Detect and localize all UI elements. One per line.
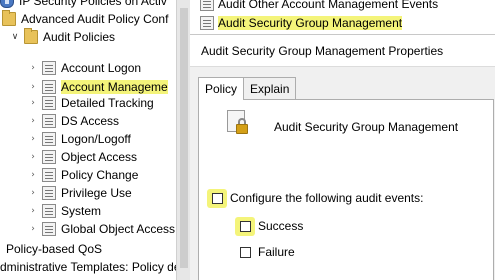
tree-item-label: Global Object Access: [61, 222, 176, 236]
tab-label: Explain: [250, 81, 290, 96]
folder-icon: [24, 28, 38, 44]
tree-item-label: Privilege Use: [61, 186, 132, 200]
policy-doc-icon: [42, 222, 56, 236]
configure-checkbox-row[interactable]: Configure the following audit events:: [207, 188, 424, 208]
tree-item-label: DS Access: [61, 114, 120, 128]
policy-name: Audit Security Group Management: [274, 120, 459, 134]
tree-item-object-access[interactable]: › Object Access: [28, 148, 137, 166]
tree-scrollbar[interactable]: [176, 0, 190, 280]
tree-item-policy-based-qos[interactable]: Policy-based QoS: [6, 240, 102, 258]
tree-item-account-logon[interactable]: › Account Logon: [28, 59, 141, 77]
policy-doc-icon: [42, 204, 56, 218]
tree-item-label: Object Access: [61, 150, 138, 164]
chevron-right-icon[interactable]: ›: [28, 116, 38, 126]
tree-item-audit-policies[interactable]: ∨ Audit Policies: [10, 28, 115, 46]
failure-checkbox[interactable]: [240, 246, 251, 258]
dialog-title-bar[interactable]: Audit Security Group Management Properti…: [190, 35, 495, 67]
policy-doc-icon: [200, 16, 214, 30]
policy-doc-icon: [200, 0, 214, 11]
tree-item-label: Account Logon: [61, 61, 142, 75]
tree-item-global-object-access[interactable]: › Global Object Access: [28, 220, 175, 238]
chevron-right-icon[interactable]: ›: [28, 188, 38, 198]
success-checkbox-row[interactable]: Success: [235, 216, 304, 236]
chevron-down-icon[interactable]: ∨: [10, 32, 20, 42]
chevron-right-icon[interactable]: ›: [28, 206, 38, 216]
tree-item-label: Policy Change: [61, 168, 139, 182]
tab-explain[interactable]: Explain: [243, 77, 297, 99]
tab-strip: Policy Explain: [198, 77, 297, 100]
tree-item-label: Account Manageme: [61, 80, 168, 94]
policy-doc-icon: [42, 61, 56, 75]
list-item-label: Audit Security Group Management: [218, 16, 403, 30]
tree-item-policy-change[interactable]: › Policy Change: [28, 166, 138, 184]
chevron-right-icon[interactable]: ›: [28, 63, 38, 73]
tab-panel-policy: Audit Security Group Management Configur…: [198, 99, 494, 280]
chevron-right-icon[interactable]: ›: [28, 98, 38, 108]
policy-list: Audit Other Account Management Events Au…: [190, 0, 495, 34]
success-checkbox[interactable]: [240, 220, 251, 232]
folder-icon: [2, 10, 16, 26]
navigation-tree: IP Security Policies on Activ Advanced A…: [0, 0, 176, 280]
shield-icon: [0, 0, 14, 8]
policy-doc-icon: [42, 114, 56, 128]
list-item-label: Audit Other Account Management Events: [218, 0, 439, 11]
policy-doc-icon: [42, 186, 56, 200]
tree-item-label: System: [61, 204, 102, 218]
tree-item-detailed-tracking[interactable]: › Detailed Tracking: [28, 94, 154, 112]
chevron-right-icon[interactable]: ›: [28, 224, 38, 234]
tree-item-label: Detailed Tracking: [61, 96, 154, 110]
tree-item-logon-logoff[interactable]: › Logon/Logoff: [28, 130, 131, 148]
chevron-right-icon[interactable]: ›: [28, 134, 38, 144]
tree-item-label: Logon/Logoff: [61, 132, 131, 146]
tree-item-label: Policy-based QoS: [6, 242, 103, 256]
failure-checkbox-row[interactable]: Failure: [240, 245, 295, 259]
tree-item-system[interactable]: › System: [28, 202, 101, 220]
tree-item-administrative-templates[interactable]: dministrative Templates: Policy de: [0, 258, 176, 276]
tree-item-label: dministrative Templates: Policy de: [0, 260, 176, 274]
tab-label: Policy: [205, 82, 238, 96]
configure-label: Configure the following audit events:: [230, 191, 424, 205]
policy-lock-icon: [227, 110, 249, 140]
tree-item-label: IP Security Policies on Activ: [19, 0, 167, 8]
policy-doc-icon: [42, 80, 56, 94]
tree-item-advanced-audit[interactable]: Advanced Audit Policy Conf: [2, 10, 168, 28]
tree-item-privilege-use[interactable]: › Privilege Use: [28, 184, 132, 202]
tab-policy[interactable]: Policy: [198, 77, 245, 100]
list-item-audit-other-account[interactable]: Audit Other Account Management Events: [200, 0, 438, 12]
policy-doc-icon: [42, 96, 56, 110]
tree-item-ds-access[interactable]: › DS Access: [28, 112, 119, 130]
tree-item-label: Advanced Audit Policy Conf: [21, 12, 169, 26]
tree-item-ip-security[interactable]: IP Security Policies on Activ: [0, 0, 167, 10]
dialog-title: Audit Security Group Management Properti…: [201, 43, 444, 58]
scrollbar-thumb[interactable]: [180, 8, 188, 268]
chevron-right-icon[interactable]: ›: [28, 82, 38, 92]
tree-item-label: Audit Policies: [43, 30, 116, 44]
list-item-audit-security-group[interactable]: Audit Security Group Management: [200, 15, 403, 31]
configure-checkbox[interactable]: [212, 192, 223, 204]
failure-label: Failure: [258, 245, 295, 259]
properties-dialog: Audit Security Group Management Properti…: [190, 34, 495, 280]
policy-doc-icon: [42, 150, 56, 164]
chevron-right-icon[interactable]: ›: [28, 170, 38, 180]
policy-doc-icon: [42, 168, 56, 182]
policy-doc-icon: [42, 132, 56, 146]
chevron-right-icon[interactable]: ›: [28, 152, 38, 162]
success-label: Success: [258, 219, 304, 233]
